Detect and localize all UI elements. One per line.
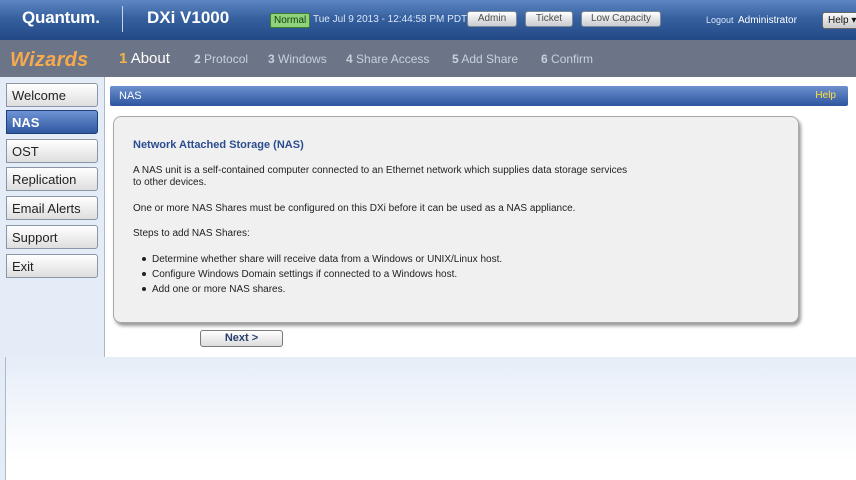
step-number: 1 bbox=[119, 50, 128, 67]
current-user: Administrator bbox=[738, 15, 797, 26]
empty-workspace bbox=[5, 357, 856, 480]
next-button[interactable]: Next > bbox=[200, 330, 283, 347]
nas-description-line-2: to other devices. bbox=[133, 177, 207, 188]
status-badge: Normal bbox=[270, 13, 311, 28]
list-item-text: Determine whether share will receive dat… bbox=[152, 254, 503, 265]
step-number: 4 bbox=[346, 52, 353, 66]
step-label: Confirm bbox=[551, 52, 594, 66]
sidebar-item-label: OST bbox=[12, 144, 39, 159]
wizard-step-confirm[interactable]: 6 Confirm bbox=[541, 52, 593, 66]
nas-description-line-1: A NAS unit is a self-contained computer … bbox=[133, 165, 628, 176]
list-item-text: Configure Windows Domain settings if con… bbox=[152, 269, 458, 280]
wizards-title: Wizards bbox=[10, 49, 89, 71]
nas-share-requirement: One or more NAS Shares must be configure… bbox=[133, 203, 576, 214]
step-label: About bbox=[130, 50, 170, 67]
admin-button[interactable]: Admin bbox=[467, 11, 517, 27]
logout-link[interactable]: Logout bbox=[706, 15, 734, 25]
wizard-step-windows[interactable]: 3 Windows bbox=[268, 52, 327, 66]
section-header: NAS Help bbox=[110, 86, 848, 106]
list-item: Configure Windows Domain settings if con… bbox=[142, 269, 458, 280]
ticket-button[interactable]: Ticket bbox=[525, 11, 573, 27]
wizard-steps-bar: Wizards 1 About 2 Protocol 3 Windows 4 S… bbox=[0, 40, 856, 77]
list-item: Add one or more NAS shares. bbox=[142, 284, 286, 295]
step-label: Windows bbox=[278, 52, 327, 66]
list-item: Determine whether share will receive dat… bbox=[142, 254, 503, 265]
sidebar-item-welcome[interactable]: Welcome bbox=[6, 83, 98, 107]
step-number: 3 bbox=[268, 52, 275, 66]
step-label: Add Share bbox=[461, 52, 519, 66]
sidebar-item-ost[interactable]: OST bbox=[6, 139, 98, 163]
wizard-step-about[interactable]: 1 About bbox=[119, 50, 170, 67]
step-label: Protocol bbox=[204, 52, 249, 66]
chevron-down-icon: ▾ bbox=[851, 15, 856, 26]
help-menu-label: Help bbox=[828, 15, 849, 26]
sidebar-item-label: Replication bbox=[12, 172, 77, 187]
steps-heading: Steps to add NAS Shares: bbox=[133, 228, 250, 239]
help-menu-button[interactable]: Help ▾ bbox=[822, 12, 856, 29]
bullet-icon bbox=[142, 272, 146, 276]
section-title: NAS bbox=[119, 90, 142, 102]
bullet-icon bbox=[142, 287, 146, 291]
step-number: 2 bbox=[194, 52, 201, 66]
sidebar-item-replication[interactable]: Replication bbox=[6, 167, 98, 191]
low-capacity-button[interactable]: Low Capacity bbox=[581, 11, 661, 27]
wizard-step-add-share[interactable]: 5 Add Share bbox=[452, 52, 518, 66]
step-number: 5 bbox=[452, 52, 459, 66]
sidebar-item-email-alerts[interactable]: Email Alerts bbox=[6, 196, 98, 220]
sidebar-item-exit[interactable]: Exit bbox=[6, 254, 98, 278]
bullet-icon bbox=[142, 257, 146, 261]
header-divider bbox=[122, 6, 123, 32]
product-name: DXi V1000 bbox=[147, 8, 230, 27]
list-item-text: Add one or more NAS shares. bbox=[152, 284, 286, 295]
top-header-bar: Quantum. DXi V1000 Normal Tue Jul 9 2013… bbox=[0, 0, 856, 40]
sidebar-item-label: Exit bbox=[12, 259, 34, 274]
wizard-step-protocol[interactable]: 2 Protocol bbox=[194, 52, 248, 66]
wizard-step-share-access[interactable]: 4 Share Access bbox=[346, 52, 429, 66]
system-datetime: Tue Jul 9 2013 - 12:44:58 PM PDT bbox=[313, 14, 468, 25]
quantum-logo: Quantum. bbox=[22, 8, 100, 27]
sidebar-item-support[interactable]: Support bbox=[6, 225, 98, 249]
panel-title: Network Attached Storage (NAS) bbox=[133, 139, 304, 151]
sidebar-item-label: Welcome bbox=[12, 88, 66, 103]
step-number: 6 bbox=[541, 52, 548, 66]
step-label: Share Access bbox=[356, 52, 430, 66]
sidebar-item-nas[interactable]: NAS bbox=[6, 110, 98, 134]
sidebar-item-label: Email Alerts bbox=[12, 201, 81, 216]
sidebar-item-label: NAS bbox=[12, 115, 40, 130]
sidebar-item-label: Support bbox=[12, 230, 58, 245]
help-link[interactable]: Help bbox=[815, 90, 836, 101]
